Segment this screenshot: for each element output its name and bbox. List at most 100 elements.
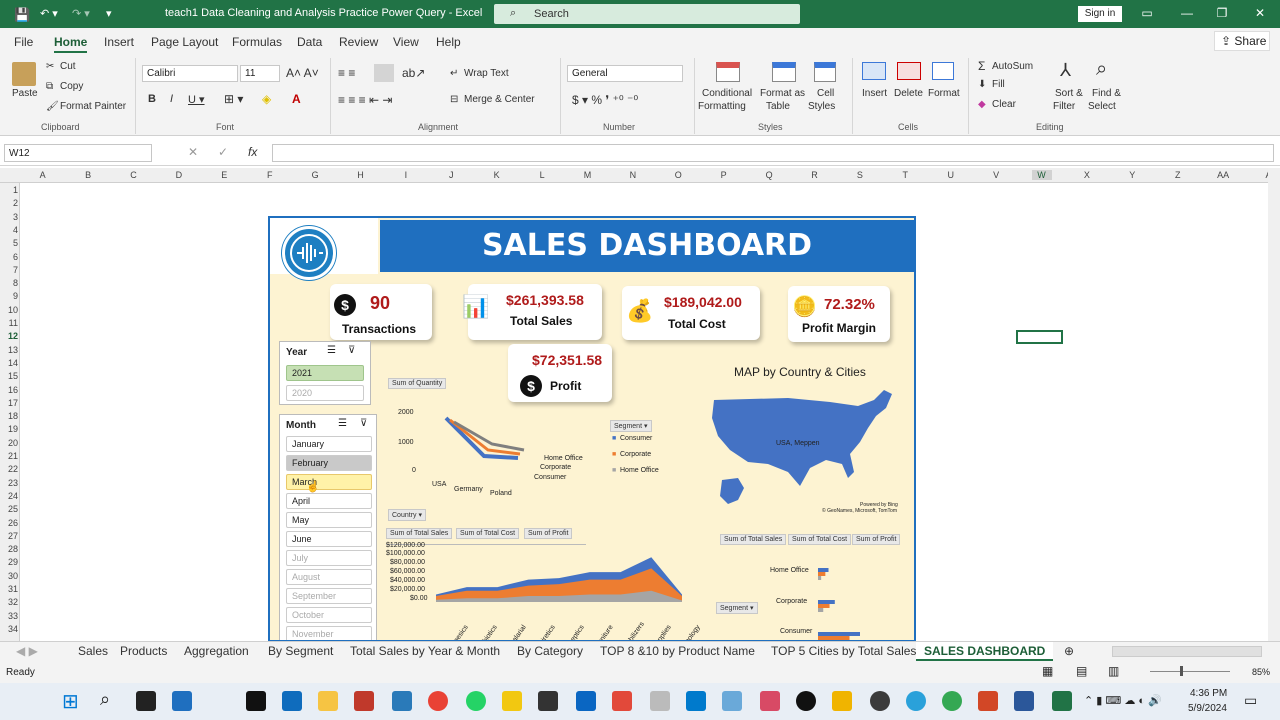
row-header[interactable]: 25 <box>0 504 18 514</box>
undo-icon[interactable]: ↶ ▾ <box>40 7 58 20</box>
fill-icon[interactable]: ⬇ <box>978 79 986 90</box>
row-header[interactable]: 33 <box>0 611 18 621</box>
font-color-icon[interactable]: A <box>292 92 301 106</box>
total-cost-card[interactable]: 💰 $189,042.00 Total Cost <box>622 286 760 340</box>
conditional-formatting-button[interactable]: Conditional <box>702 88 752 99</box>
powerpoint-icon[interactable] <box>978 691 998 711</box>
sheet-tab-active[interactable]: SALES DASHBOARD <box>916 642 1054 661</box>
active-cell[interactable] <box>1016 330 1063 344</box>
row-header[interactable]: 12 <box>0 331 18 341</box>
terminal-icon[interactable] <box>246 691 266 711</box>
tab-insert[interactable]: Insert <box>104 35 134 49</box>
clear-filter-icon[interactable]: ⊽ <box>360 418 367 429</box>
font-name-dropdown[interactable]: Calibri <box>142 65 238 82</box>
row-header[interactable]: 16 <box>0 385 18 395</box>
sheet-tab[interactable]: Sales <box>78 644 108 658</box>
row-header[interactable]: 18 <box>0 411 18 421</box>
row-header[interactable]: 7 <box>0 265 18 275</box>
insert-cells-icon[interactable] <box>862 62 886 80</box>
sum-of-total-cost-button[interactable]: Sum of Total Cost <box>456 528 520 539</box>
insert-cells-button[interactable]: Insert <box>862 88 887 99</box>
ribbon-display-icon[interactable]: ▭ <box>1137 6 1157 20</box>
month-slicer-item[interactable]: October <box>286 607 372 623</box>
search-box[interactable]: ⌕ Search <box>494 4 800 24</box>
customize-toolbar-icon[interactable]: ▾ <box>106 7 112 20</box>
bar-mark[interactable] <box>818 576 822 580</box>
tab-data[interactable]: Data <box>297 35 322 49</box>
area-chart[interactable] <box>436 546 682 602</box>
profit-margin-card[interactable]: 🪙 72.32% Profit Margin <box>788 286 890 342</box>
bold-icon[interactable]: B <box>148 93 156 105</box>
accounting-format-icon[interactable]: $ ▾ % ❜ ⁺⁰ ⁻⁰ <box>572 93 638 107</box>
column-header[interactable]: B <box>78 170 98 180</box>
vertical-scrollbar[interactable] <box>1268 168 1280 642</box>
month-slicer-item[interactable]: January <box>286 436 372 452</box>
find-select-button[interactable]: Find & <box>1092 88 1121 99</box>
tab-page-layout[interactable]: Page Layout <box>151 35 218 49</box>
app-icon[interactable] <box>612 691 632 711</box>
row-header[interactable]: 19 <box>0 424 18 434</box>
row-header[interactable]: 29 <box>0 557 18 567</box>
maximize-icon[interactable]: ❐ <box>1212 6 1232 20</box>
app-icon[interactable] <box>722 691 742 711</box>
app-icon[interactable] <box>650 691 670 711</box>
column-header[interactable]: M <box>578 170 598 180</box>
segment-bar-chart[interactable] <box>818 558 878 642</box>
month-slicer-item[interactable]: April <box>286 493 372 509</box>
chrome-icon[interactable] <box>428 691 448 711</box>
format-as-table-button[interactable]: Format as <box>760 88 805 99</box>
normal-view-icon[interactable]: ▦ <box>1042 664 1053 678</box>
row-header[interactable]: 14 <box>0 358 18 368</box>
sheet-tab[interactable]: By Segment <box>268 644 333 658</box>
row-header[interactable]: 34 <box>0 624 18 634</box>
profit-card[interactable]: $72,351.58 $ Profit <box>508 344 612 402</box>
page-layout-view-icon[interactable]: ▤ <box>1076 664 1087 678</box>
clear-button[interactable]: Clear <box>992 99 1016 110</box>
column-header[interactable]: X <box>1077 170 1097 180</box>
delete-cells-button[interactable]: Delete <box>894 88 923 99</box>
sheet-tab[interactable]: TOP 5 Cities by Total Sales <box>771 644 916 658</box>
zoom-slider[interactable] <box>1150 671 1230 672</box>
confirm-entry-icon[interactable]: ✓ <box>218 145 228 159</box>
formula-input[interactable] <box>272 144 1274 162</box>
widgets-icon[interactable] <box>172 691 192 711</box>
row-header[interactable]: 23 <box>0 478 18 488</box>
month-slicer-item[interactable]: July <box>286 550 372 566</box>
month-slicer-item[interactable]: November <box>286 626 372 640</box>
clear-filter-icon[interactable]: ⊽ <box>348 345 355 356</box>
tab-help[interactable]: Help <box>436 35 461 49</box>
sheet-tab[interactable]: Aggregation <box>184 644 249 658</box>
column-header[interactable]: N <box>623 170 643 180</box>
column-header[interactable]: E <box>214 170 234 180</box>
bar-mark[interactable] <box>818 636 850 640</box>
quantity-line-chart[interactable] <box>430 408 540 478</box>
column-header[interactable]: C <box>124 170 144 180</box>
multi-select-icon[interactable]: ☰ <box>338 418 347 429</box>
app-icon[interactable] <box>538 691 558 711</box>
app-icon[interactable] <box>576 691 596 711</box>
vscode-icon[interactable] <box>686 691 706 711</box>
column-header[interactable]: U <box>941 170 961 180</box>
redo-icon[interactable]: ↷ ▾ <box>72 7 90 20</box>
excel-icon[interactable] <box>1052 691 1072 711</box>
file-explorer-icon[interactable] <box>318 691 338 711</box>
row-header[interactable]: 32 <box>0 597 18 607</box>
clock-date[interactable]: 5/9/2024 <box>1188 703 1227 714</box>
word-icon[interactable] <box>1014 691 1034 711</box>
format-painter-button[interactable]: Format Painter <box>60 101 126 112</box>
page-break-view-icon[interactable]: ▥ <box>1108 664 1119 678</box>
share-button[interactable]: ⇪ Share <box>1214 31 1270 51</box>
format-painter-icon[interactable]: 🖌 <box>46 101 59 112</box>
bar-mark[interactable] <box>818 632 860 636</box>
sort-filter-icon[interactable]: ⅄ <box>1060 60 1071 81</box>
store-icon[interactable] <box>282 691 302 711</box>
row-header[interactable]: 9 <box>0 291 18 301</box>
bar-mark[interactable] <box>818 608 824 612</box>
windows-start-icon[interactable]: ⊞ <box>62 689 79 714</box>
tab-home[interactable]: Home <box>54 35 88 53</box>
record-icon[interactable] <box>796 691 816 711</box>
month-slicer-item[interactable]: June <box>286 531 372 547</box>
telegram-icon[interactable] <box>906 691 926 711</box>
copy-button[interactable]: Copy <box>60 81 83 92</box>
row-header[interactable]: 28 <box>0 544 18 554</box>
